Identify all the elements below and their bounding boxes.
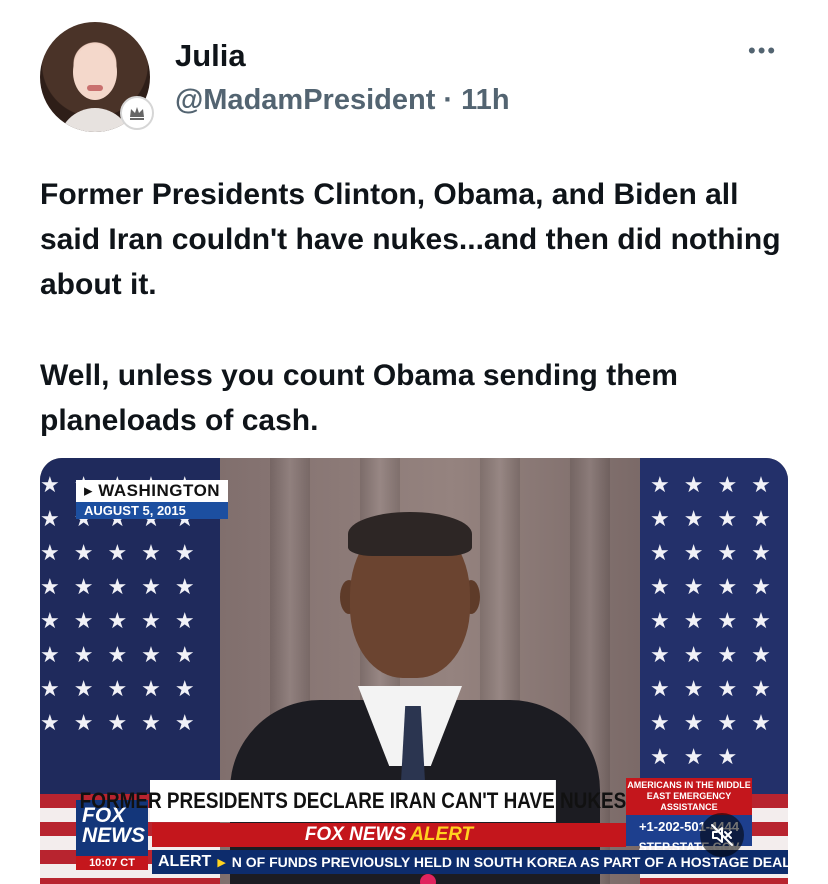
crown-icon [130,107,144,120]
news-ticker: ALERT ▶ N OF FUNDS PREVIOUSLY HELD IN SO… [152,850,788,874]
emergency-title: AMERICANS IN THE MIDDLE EAST EMERGENCY A… [626,778,752,815]
alert-bar: FOX NEWS ALERT [152,823,626,847]
ticker-label: ALERT [158,853,212,870]
affiliate-badge-icon[interactable] [120,96,154,130]
video-player[interactable]: ★★ ★★ ★★★★★★★★★★★★★★★★★★★★★★★★★★★★★★ ★★★★★★… [40,458,788,884]
user-handle[interactable]: @MadamPresident [175,84,435,116]
ticker-arrow-icon: ▶ [217,856,226,869]
dateline-place: WASHINGTON [98,481,221,500]
alert-word: ALERT [410,824,474,845]
tweet-paragraph-2: Well, unless you count Obama sending the… [40,359,678,437]
avatar-face [73,44,117,100]
broadcast-clock: 10:07 CT [76,856,148,870]
tweet-header: Julia @MadamPresident · 11h ••• [0,0,828,150]
video-progress-handle[interactable] [420,874,436,884]
dateline-date: AUGUST 5, 2015 [76,502,229,519]
network-logo-line2: NEWS [82,824,145,847]
user-handle-line: @MadamPresident · 11h [175,84,510,117]
avatar-lips [87,85,103,91]
muted-speaker-icon [711,824,733,846]
speaker-hair [348,512,472,556]
user-display-name[interactable]: Julia [175,38,246,74]
alert-brand: FOX NEWS [304,824,407,845]
flag-stars: ★★★★★★★★★★★★★★★★★★★★★★★★★★★★★★★★★★★ [650,472,785,769]
separator-dot: · [443,84,454,116]
tweet-paragraph-1: Former Presidents Clinton, Obama, and Bi… [40,178,781,301]
chyron-headline: FORMER PRESIDENTS DECLARE IRAN CAN'T HAV… [80,780,626,822]
mute-toggle-button[interactable] [700,813,744,857]
more-options-icon[interactable]: ••• [748,38,777,64]
tweet-body: Former Presidents Clinton, Obama, and Bi… [40,172,800,443]
dateline: ▸ WASHINGTON AUGUST 5, 2015 [76,480,229,519]
tweet-time[interactable]: 11h [461,84,509,116]
ticker-text: N OF FUNDS PREVIOUSLY HELD IN SOUTH KORE… [231,854,788,870]
